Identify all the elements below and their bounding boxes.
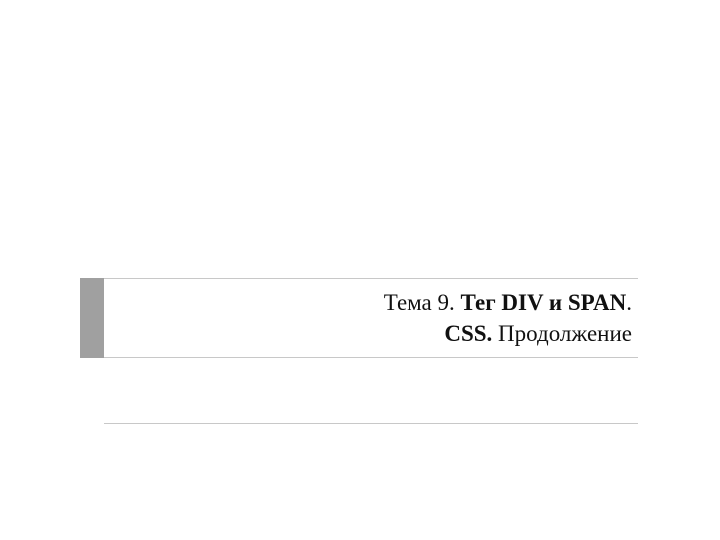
subtitle-placeholder [104,358,638,424]
accent-bar [80,278,104,358]
slide-title: Тема 9. Тег DIV и SPAN. CSS. Продолжение [104,278,638,358]
title-prefix: Тема 9. [384,290,461,315]
title-bold-1: Тег DIV и SPAN [461,290,627,315]
title-row: Тема 9. Тег DIV и SPAN. CSS. Продолжение [80,278,638,358]
title-line2-bold: CSS. [444,321,498,346]
subtitle-spacer [80,358,104,424]
subtitle-row [80,358,638,424]
title-dot: . [626,290,632,315]
slide-content: Тема 9. Тег DIV и SPAN. CSS. Продолжение [80,278,638,424]
title-line2-rest: Продолжение [498,321,632,346]
